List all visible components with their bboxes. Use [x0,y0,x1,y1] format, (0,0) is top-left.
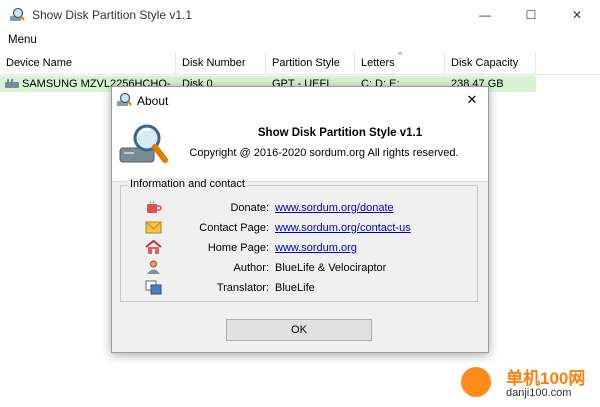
watermark-title: 单机100网 [506,369,586,388]
app-name: Show Disk Partition Style v1.1 [257,127,423,139]
disk-magnifier-icon [10,7,25,21]
close-button[interactable]: ✕ [554,0,600,30]
translator-label: Translator: [216,282,269,294]
column-partition-style[interactable]: Partition Style [266,52,355,74]
menu-item-menu[interactable]: Menu [8,34,37,46]
info-contact-group: Information and contact Donate: www.sord… [120,178,478,302]
disk-magnifier-icon [117,92,132,106]
maximize-button[interactable]: ☐ [508,0,554,30]
menu-bar: Menu [0,30,600,50]
translator-value: BlueLife [275,282,315,294]
dialog-title: About [137,94,169,108]
minimize-button[interactable]: — [462,0,508,30]
title-bar: Show Disk Partition Style v1.1 — ☐ ✕ [0,0,600,30]
copyright-text: Copyright @ 2016-2020 sordum.org All rig… [189,147,459,159]
donate-label: Donate: [230,202,269,214]
dialog-close-button[interactable]: ✕ [461,90,483,110]
contact-label: Contact Page: [199,222,269,234]
about-dialog: About ✕ Show Disk Partition Style v1.1 C… [111,86,489,353]
contact-link[interactable]: www.sordum.org/contact-us [275,222,411,234]
ok-button[interactable]: OK [226,319,372,341]
home-label: Home Page: [207,242,269,254]
column-disk-capacity[interactable]: Disk Capacity [445,52,536,74]
home-link[interactable]: www.sordum.org [275,242,357,254]
watermark: 单机100网 danji100.com [458,362,600,407]
watermark-logo-icon [458,364,494,400]
disk-icon [5,79,19,88]
sort-indicator-icon: ^ [398,50,403,60]
donate-link[interactable]: www.sordum.org/donate [275,202,394,214]
dialog-header: Show Disk Partition Style v1.1 Copyright… [112,114,488,182]
author-value: BlueLife & Velociraptor [275,262,387,274]
app-logo-icon [119,124,168,163]
group-label: Information and contact [127,178,248,190]
window-title: Show Disk Partition Style v1.1 [32,8,193,22]
dialog-title-bar: About ✕ [112,87,488,114]
column-disk-number[interactable]: Disk Number [176,52,266,74]
list-header: Device Name Disk Number Partition Style … [0,50,600,75]
watermark-url: danji100.com [506,387,572,399]
author-label: Author: [233,262,269,274]
column-device-name[interactable]: Device Name [0,52,176,74]
